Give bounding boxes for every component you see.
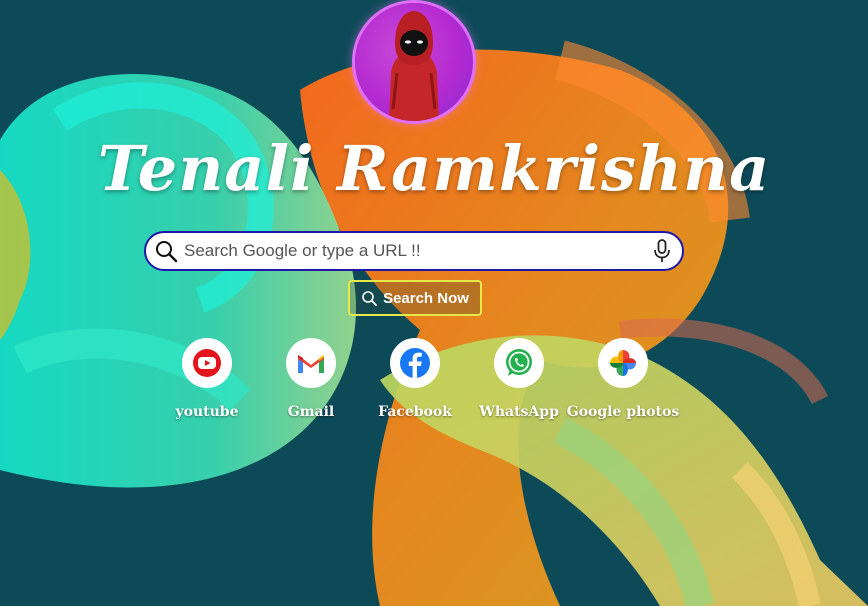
shortcut-facebook[interactable]: Facebook bbox=[355, 338, 475, 420]
shortcut-label: Google photos bbox=[566, 404, 680, 420]
hooded-figure-avatar-icon bbox=[389, 11, 439, 121]
search-now-label: Search Now bbox=[383, 289, 469, 307]
search-icon bbox=[361, 290, 377, 306]
shortcut-whatsapp[interactable]: WhatsApp bbox=[459, 338, 579, 420]
search-bar[interactable] bbox=[144, 231, 684, 271]
search-now-button[interactable]: Search Now bbox=[348, 280, 482, 316]
shortcut-google-photos[interactable]: Google photos bbox=[563, 338, 683, 420]
search-icon bbox=[154, 239, 178, 263]
shortcut-label: youtube bbox=[175, 404, 239, 420]
shortcut-label: Gmail bbox=[287, 404, 335, 420]
youtube-icon[interactable] bbox=[182, 338, 232, 388]
search-input[interactable] bbox=[178, 234, 650, 268]
shortcut-gmail[interactable]: Gmail bbox=[251, 338, 371, 420]
microphone-icon[interactable] bbox=[650, 237, 674, 265]
shortcut-label: WhatsApp bbox=[479, 404, 559, 420]
google-photos-icon[interactable] bbox=[598, 338, 648, 388]
avatar bbox=[355, 3, 473, 121]
gmail-icon[interactable] bbox=[286, 338, 336, 388]
facebook-icon[interactable] bbox=[390, 338, 440, 388]
page-title: Tenali Ramkrishna bbox=[97, 132, 771, 205]
shortcut-label: Facebook bbox=[378, 404, 452, 420]
shortcut-youtube[interactable]: youtube bbox=[147, 338, 267, 420]
whatsapp-icon[interactable] bbox=[494, 338, 544, 388]
